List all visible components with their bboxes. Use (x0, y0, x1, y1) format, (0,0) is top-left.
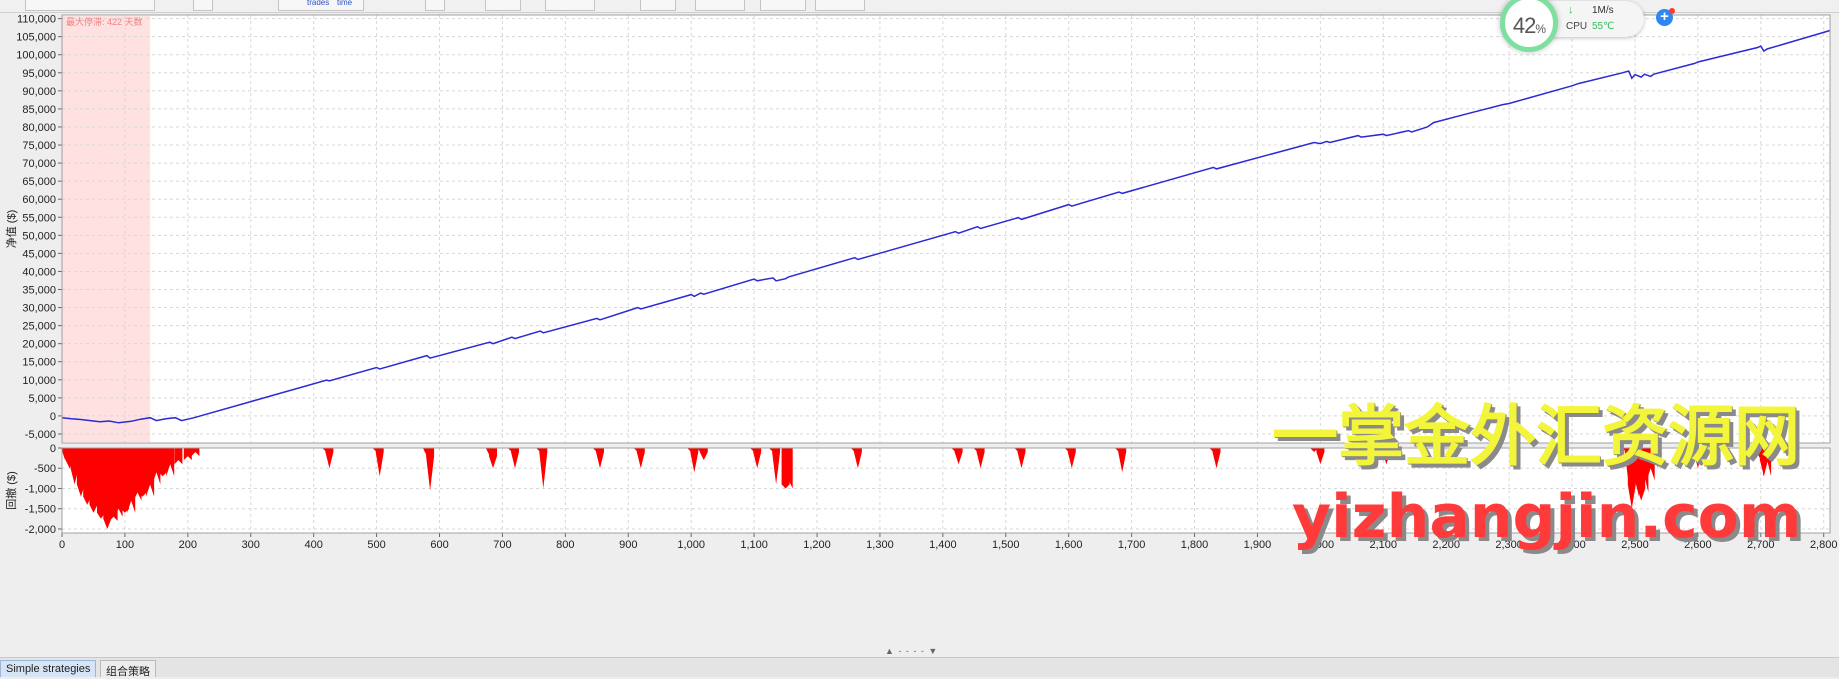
x-tick-label: 1,900 (1244, 539, 1272, 551)
load-unit: % (1535, 22, 1546, 36)
drawdown-y-tick-label: -1,500 (25, 504, 56, 516)
x-tick-label: 400 (304, 539, 322, 551)
equity-y-tick-label: 20,000 (22, 339, 56, 351)
x-tick-label: 1,300 (866, 539, 894, 551)
drawdown-spike (158, 448, 167, 477)
equity-y-tick-label: -5,000 (25, 429, 56, 441)
drawdown-y-tick-label: -1,000 (25, 483, 56, 495)
load-value: 42% (1505, 13, 1553, 39)
tab-combined-strategies[interactable]: 组合策略 (100, 660, 156, 678)
equity-y-tick-label: 75,000 (22, 140, 56, 152)
equity-y-tick-label: 105,000 (16, 32, 56, 44)
load-number: 42 (1512, 13, 1537, 38)
watermark-url: yizhangjin.com (1292, 482, 1802, 552)
download-arrow-icon: ↓ (1568, 4, 1574, 16)
equity-y-tick-label: 25,000 (22, 321, 56, 333)
x-tick-label: 1,600 (1055, 539, 1083, 551)
x-tick-label: 1,700 (1118, 539, 1146, 551)
equity-y-tick-label: 55,000 (22, 212, 56, 224)
x-tick-label: 700 (493, 539, 511, 551)
drawdown-spike (89, 448, 98, 513)
drawdown-y-tick-label: 0 (50, 443, 56, 455)
x-tick-label: 900 (619, 539, 637, 551)
equity-plot-area (61, 14, 1831, 444)
equity-y-tick-label: 60,000 (22, 194, 56, 206)
x-tick-label: 200 (179, 539, 197, 551)
equity-y-tick-label: 40,000 (22, 266, 56, 278)
stagnation-annotation: 最大停滞: 422 天数 (66, 16, 143, 27)
net-speed: 1M/s (1592, 5, 1614, 16)
equity-y-tick-label: 65,000 (22, 176, 56, 188)
equity-y-tick-label: 95,000 (22, 68, 56, 80)
drawdown-spike (138, 448, 147, 497)
x-tick-label: 1,000 (677, 539, 705, 551)
cpu-label: CPU (1566, 21, 1588, 32)
equity-y-tick-label: 30,000 (22, 303, 56, 315)
equity-y-tick-label: 110,000 (17, 14, 56, 26)
x-tick-label: 800 (556, 539, 574, 551)
x-tick-label: 600 (430, 539, 448, 551)
x-tick-label: 1,500 (992, 539, 1020, 551)
x-tick-label: 1,400 (929, 539, 957, 551)
cpu-temp: 55℃ (1592, 21, 1615, 32)
x-tick-label: 1,800 (1181, 539, 1209, 551)
stagnation-band (62, 16, 151, 442)
drawdown-y-tick-label: -500 (34, 463, 56, 475)
equity-y-tick-label: 80,000 (22, 122, 56, 134)
drawdown-y-tick-label: -2,000 (25, 524, 56, 536)
equity-y-tick-label: 90,000 (22, 86, 56, 98)
drawdown-y-axis-label: 回撤 ($) (4, 471, 18, 510)
x-tick-label: 1,200 (803, 539, 831, 551)
equity-y-tick-label: 45,000 (22, 248, 56, 260)
x-tick-label: 2,800 (1810, 539, 1838, 551)
x-tick-label: 300 (242, 539, 260, 551)
x-tick-label: 100 (116, 539, 134, 551)
x-tick-label: 500 (367, 539, 385, 551)
equity-y-tick-label: 70,000 (22, 158, 56, 170)
equity-y-tick-label: 85,000 (22, 104, 56, 116)
splitter-handle[interactable]: ▲ - - - - ▼ (885, 646, 938, 656)
watermark-title: 一掌金外汇资源网 (1272, 398, 1800, 475)
tab-simple-strategies[interactable]: Simple strategies (0, 660, 97, 677)
equity-y-tick-label: 100,000 (16, 50, 56, 62)
equity-y-tick-label: 15,000 (22, 357, 56, 369)
equity-y-tick-label: 50,000 (22, 230, 56, 242)
equity-y-tick-label: 0 (50, 411, 56, 423)
x-tick-label: 1,100 (740, 539, 768, 551)
notification-dot (1669, 8, 1675, 14)
tab-bar: Simple strategies 组合策略 (0, 657, 1839, 678)
equity-y-tick-label: 35,000 (22, 284, 56, 296)
x-tick-label: 0 (59, 539, 65, 551)
system-monitor-widget[interactable]: 42% ↓ 1M/s CPU 55℃ + (1500, 0, 1675, 52)
equity-y-axis-label: 净值 ($) (4, 210, 18, 249)
equity-y-tick-label: 5,000 (28, 393, 56, 405)
equity-chart-svg: 0 100 200 300 400 500 600 700 800 900 1,000 1,100 1,… (4, 14, 1838, 551)
equity-y-tick-label: 10,000 (22, 375, 56, 387)
